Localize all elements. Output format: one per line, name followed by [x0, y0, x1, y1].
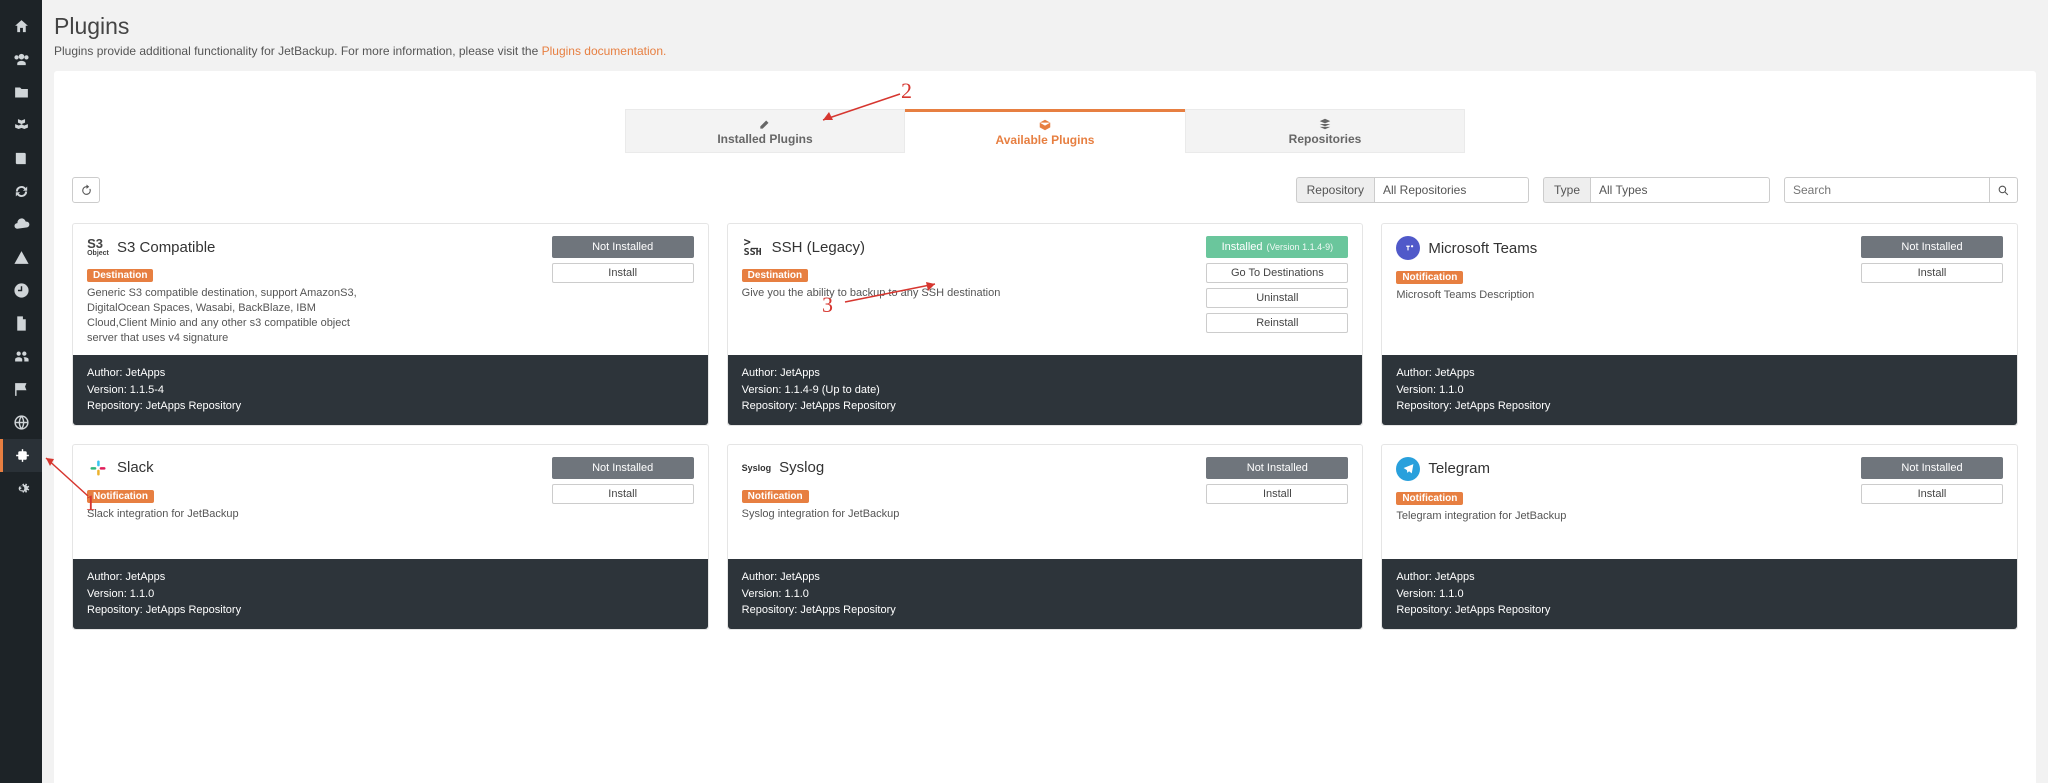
plugin-meta: Author: JetApps Version: 1.1.5-4 Reposit…	[73, 355, 708, 425]
status-badge: Not Installed	[1206, 457, 1348, 479]
nav-teams[interactable]	[0, 340, 42, 373]
nav-globe[interactable]	[0, 406, 42, 439]
status-badge: Not Installed	[552, 236, 694, 258]
nav-home[interactable]	[0, 10, 42, 43]
plugin-meta: Author: JetApps Version: 1.1.0 Repositor…	[1382, 355, 2017, 425]
plugin-title: Syslog	[779, 459, 824, 476]
plugins-documentation-link[interactable]: Plugins documentation.	[542, 44, 667, 58]
plugin-description: Generic S3 compatible destination, suppo…	[87, 286, 377, 345]
plugin-tag: Destination	[87, 269, 153, 282]
nav-sync[interactable]	[0, 175, 42, 208]
install-button[interactable]: Install	[1861, 484, 2003, 504]
plugin-description: Syslog integration for JetBackup	[742, 507, 1032, 522]
refresh-icon	[80, 184, 93, 197]
nav-settings[interactable]	[0, 472, 42, 505]
install-button[interactable]: Install	[1861, 263, 2003, 283]
status-badge: Installed(Version 1.1.4-9)	[1206, 236, 1348, 258]
filter-row: Repository All Repositories Type All Typ…	[54, 153, 2036, 211]
install-button[interactable]: Install	[552, 484, 694, 504]
plugin-description: Telegram integration for JetBackup	[1396, 509, 1686, 524]
repository-filter-label: Repository	[1296, 177, 1374, 203]
tab-repositories[interactable]: Repositories	[1185, 109, 1465, 153]
plugin-title: S3 Compatible	[117, 239, 215, 256]
tab-installed-plugins[interactable]: Installed Plugins	[625, 109, 905, 153]
page-title: Plugins	[54, 13, 2036, 40]
main-content: Plugins Plugins provide additional funct…	[42, 0, 2048, 783]
plugin-meta: Author: JetApps Version: 1.1.4-9 (Up to …	[728, 355, 1363, 425]
plugin-tag: Notification	[1396, 492, 1463, 505]
search	[1784, 177, 2018, 203]
search-button[interactable]	[1990, 177, 2018, 203]
nav-cubes[interactable]	[0, 109, 42, 142]
plugin-description: Slack integration for JetBackup	[87, 507, 377, 522]
status-badge: Not Installed	[1861, 457, 2003, 479]
plugin-tag: Destination	[742, 269, 808, 282]
tab-available-plugins[interactable]: Available Plugins	[905, 109, 1185, 153]
edit-icon	[757, 117, 773, 131]
repository-filter-select[interactable]: All Repositories	[1374, 177, 1529, 203]
tab-label: Repositories	[1289, 132, 1362, 146]
plugin-title: Telegram	[1428, 460, 1490, 477]
nav-file[interactable]	[0, 307, 42, 340]
content-panel: Installed Plugins Available Plugins Repo…	[54, 71, 2036, 783]
plugin-tag: Notification	[742, 490, 809, 503]
plugin-title: Microsoft Teams	[1428, 240, 1537, 257]
search-icon	[1997, 184, 2010, 197]
install-button[interactable]: Install	[1206, 484, 1348, 504]
plugin-meta: Author: JetApps Version: 1.1.0 Repositor…	[728, 559, 1363, 629]
reinstall-button[interactable]: Reinstall	[1206, 313, 1348, 333]
install-button[interactable]: Install	[552, 263, 694, 283]
subtitle-text: Plugins provide additional functionality…	[54, 44, 542, 58]
refresh-button[interactable]	[72, 177, 100, 203]
status-badge: Not Installed	[1861, 236, 2003, 258]
plugin-grid: S3 Object S3 Compatible Destination Gene…	[54, 211, 2036, 642]
nav-flag[interactable]	[0, 373, 42, 406]
type-filter: Type All Types	[1543, 177, 1770, 203]
slack-icon	[87, 457, 109, 479]
plugin-card-ssh: >_ SSH SSH (Legacy) Destination Give you…	[727, 223, 1364, 426]
ssh-icon: >_ SSH	[742, 236, 764, 258]
nav-folder[interactable]	[0, 76, 42, 109]
plugin-tag: Notification	[87, 490, 154, 503]
teams-icon	[1396, 236, 1420, 260]
plugin-card-telegram: Telegram Notification Telegram integrati…	[1381, 444, 2018, 630]
package-icon	[1037, 118, 1053, 132]
layers-icon	[1317, 117, 1333, 131]
telegram-icon	[1396, 457, 1420, 481]
plugin-card-s3: S3 Object S3 Compatible Destination Gene…	[72, 223, 709, 426]
search-input[interactable]	[1784, 177, 1990, 203]
tabs: Installed Plugins Available Plugins Repo…	[54, 71, 2036, 153]
page-subtitle: Plugins provide additional functionality…	[54, 44, 2036, 58]
nav-warning[interactable]	[0, 241, 42, 274]
uninstall-button[interactable]: Uninstall	[1206, 288, 1348, 308]
s3-icon: S3 Object	[87, 236, 109, 258]
plugin-card-syslog: Syslog Syslog Notification Syslog integr…	[727, 444, 1364, 630]
go-to-destinations-button[interactable]: Go To Destinations	[1206, 263, 1348, 283]
plugin-tag: Notification	[1396, 271, 1463, 284]
plugin-description: Give you the ability to backup to any SS…	[742, 286, 1032, 301]
plugin-title: SSH (Legacy)	[772, 239, 865, 256]
sidebar	[0, 0, 42, 783]
nav-clock[interactable]	[0, 274, 42, 307]
nav-plugins[interactable]	[0, 439, 42, 472]
syslog-icon: Syslog	[742, 457, 772, 479]
type-filter-select[interactable]: All Types	[1590, 177, 1770, 203]
tab-label: Installed Plugins	[717, 132, 812, 146]
plugin-meta: Author: JetApps Version: 1.1.0 Repositor…	[1382, 559, 2017, 629]
type-filter-label: Type	[1543, 177, 1590, 203]
status-badge: Not Installed	[552, 457, 694, 479]
plugin-card-slack: Slack Notification Slack integration for…	[72, 444, 709, 630]
nav-users[interactable]	[0, 43, 42, 76]
nav-cloud[interactable]	[0, 208, 42, 241]
repository-filter: Repository All Repositories	[1296, 177, 1529, 203]
plugin-card-teams: Microsoft Teams Notification Microsoft T…	[1381, 223, 2018, 426]
page-header: Plugins Plugins provide additional funct…	[42, 0, 2048, 66]
nav-book[interactable]	[0, 142, 42, 175]
plugin-title: Slack	[117, 459, 154, 476]
plugin-description: Microsoft Teams Description	[1396, 288, 1686, 303]
tab-label: Available Plugins	[996, 133, 1095, 147]
plugin-meta: Author: JetApps Version: 1.1.0 Repositor…	[73, 559, 708, 629]
